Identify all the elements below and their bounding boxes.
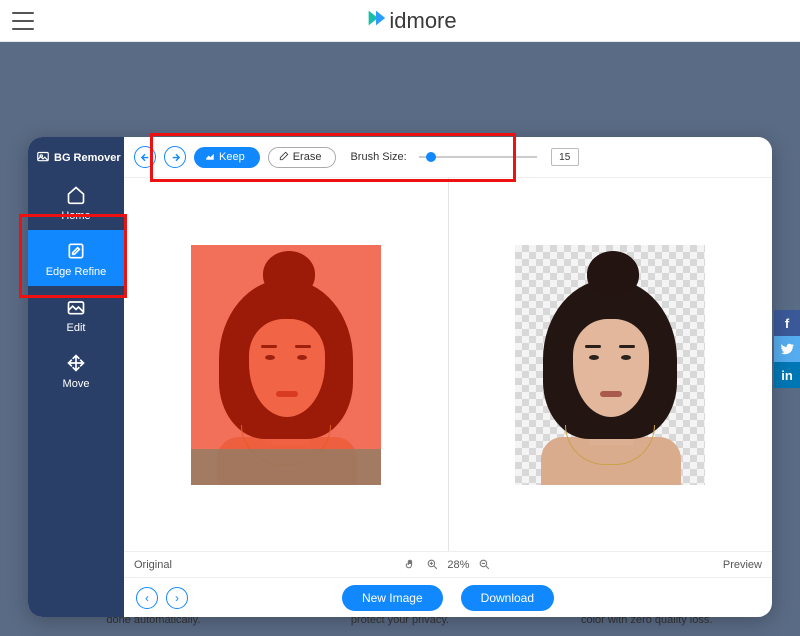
facebook-share-button[interactable]: f — [774, 310, 800, 336]
preview-label: Preview — [723, 559, 762, 571]
zoom-value: 28% — [447, 559, 469, 571]
brand-text: idmore — [389, 8, 456, 34]
original-label: Original — [134, 559, 172, 571]
zoom-in-icon[interactable] — [425, 558, 439, 572]
top-bar: idmore — [0, 0, 800, 42]
original-image — [191, 245, 381, 485]
sidebar-item-label: Move — [63, 378, 90, 390]
sidebar: BG Remover Home Edge Refine Edit — [28, 137, 124, 617]
editor-main: Keep Erase Brush Size: 15 — [124, 137, 772, 617]
status-bar: Original 28% Preview — [124, 551, 772, 577]
preview-pane[interactable] — [448, 178, 773, 551]
edit-icon — [65, 296, 87, 318]
brush-size-value[interactable]: 15 — [551, 148, 579, 166]
brand-mark-icon — [365, 7, 387, 35]
action-bar: ‹ › New Image Download — [124, 577, 772, 617]
hand-tool-icon[interactable] — [403, 558, 417, 572]
page-body: Equipped with AI (Artificial Intelligenc… — [0, 42, 800, 636]
original-pane[interactable] — [124, 178, 448, 551]
workspace — [124, 177, 772, 551]
menu-icon[interactable] — [12, 12, 34, 30]
move-icon — [65, 352, 87, 374]
panel-title-text: BG Remover — [54, 152, 121, 164]
home-icon — [65, 184, 87, 206]
editor-panel: BG Remover Home Edge Refine Edit — [28, 137, 772, 617]
prev-image-button[interactable]: ‹ — [136, 587, 158, 609]
twitter-share-button[interactable] — [774, 336, 800, 362]
preview-image — [515, 245, 705, 485]
zoom-controls: 28% — [403, 558, 491, 572]
social-rail: f in — [774, 310, 800, 388]
bg-remover-icon — [36, 149, 50, 166]
highlight-toolbar — [150, 133, 516, 182]
next-image-button[interactable]: › — [166, 587, 188, 609]
highlight-edge-refine — [19, 214, 127, 298]
new-image-button[interactable]: New Image — [342, 585, 443, 611]
sidebar-item-move[interactable]: Move — [28, 342, 124, 398]
linkedin-share-button[interactable]: in — [774, 362, 800, 388]
panel-title: BG Remover — [28, 145, 124, 174]
sidebar-item-label: Edit — [67, 322, 86, 334]
download-button[interactable]: Download — [461, 585, 554, 611]
brand-logo[interactable]: idmore — [365, 7, 456, 35]
zoom-out-icon[interactable] — [477, 558, 491, 572]
